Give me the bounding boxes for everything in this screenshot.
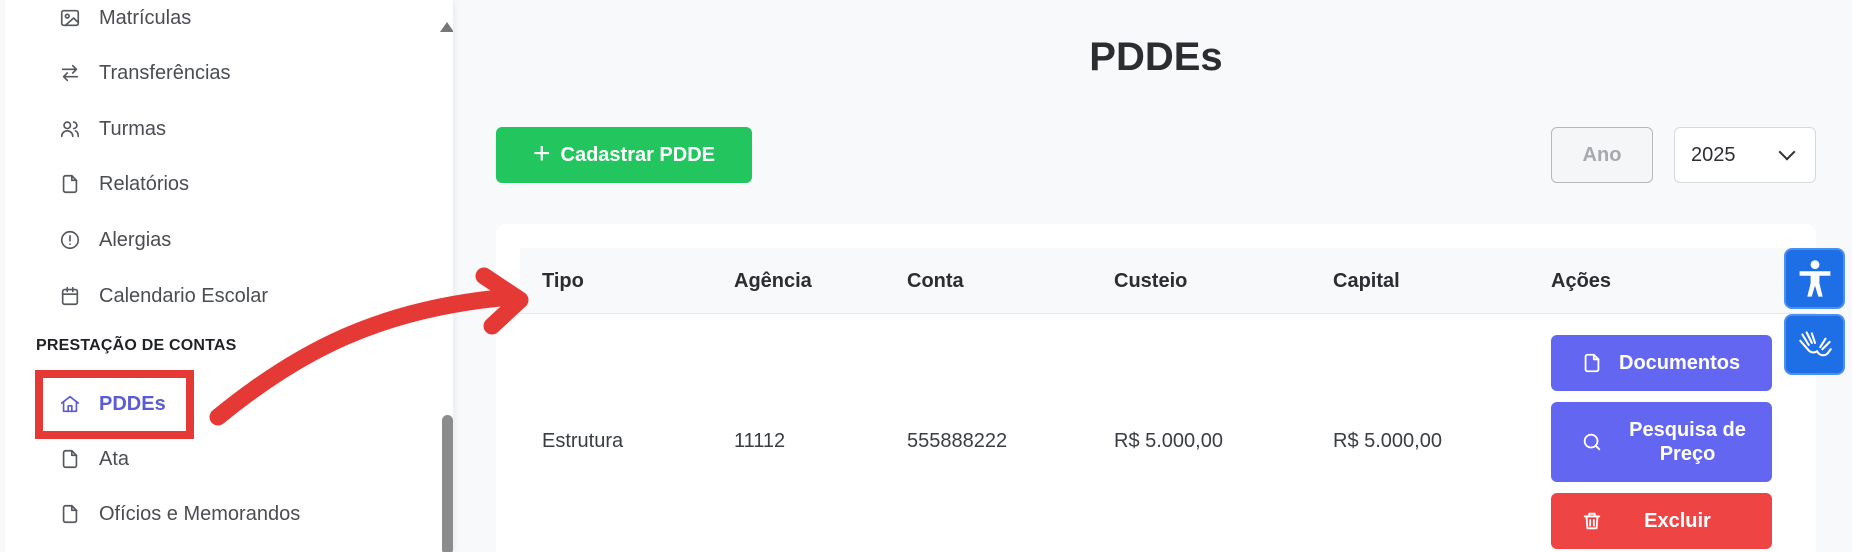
add-pdde-button[interactable]: + Cadastrar PDDE bbox=[496, 127, 752, 183]
column-header-conta: Conta bbox=[907, 270, 964, 292]
sidebar-item-oficios[interactable]: Ofícios e Memorandos bbox=[57, 494, 300, 534]
chevron-down-icon bbox=[1778, 143, 1796, 161]
price-search-button[interactable]: Pesquisa de Preço bbox=[1551, 402, 1772, 482]
accessibility-person-icon bbox=[1799, 259, 1830, 297]
scrollbar-up-arrow[interactable] bbox=[440, 22, 453, 32]
sidebar-item-label: Calendario Escolar bbox=[99, 284, 268, 307]
cell-agencia: 11112 bbox=[734, 430, 786, 452]
column-header-capital: Capital bbox=[1333, 270, 1400, 292]
alert-circle-icon bbox=[57, 227, 83, 253]
documents-button[interactable]: Documentos bbox=[1551, 335, 1772, 391]
plus-icon: + bbox=[532, 136, 551, 170]
sidebar-item-label: Relatórios bbox=[99, 172, 190, 195]
accessibility-button[interactable] bbox=[1784, 248, 1845, 309]
sidebar-item-label: Turmas bbox=[99, 117, 167, 140]
cell-conta: 555888222 bbox=[907, 430, 1008, 452]
file-icon bbox=[57, 446, 83, 472]
sidebar: Matrículas Transferências Turmas Relatór… bbox=[5, 0, 453, 552]
delete-button[interactable]: Excluir bbox=[1551, 493, 1772, 549]
sidebar-item-label: Alergias bbox=[99, 228, 172, 251]
delete-label: Excluir bbox=[1644, 509, 1711, 532]
column-header-tipo: Tipo bbox=[542, 270, 584, 292]
cell-custeio: R$ 5.000,00 bbox=[1114, 430, 1223, 452]
sign-language-hands-icon bbox=[1798, 330, 1832, 356]
sidebar-item-turmas[interactable]: Turmas bbox=[57, 109, 166, 149]
sidebar-item-matriculas[interactable]: Matrículas bbox=[57, 0, 191, 38]
scrollbar-thumb[interactable] bbox=[442, 415, 453, 552]
sidebar-item-label: Ofícios e Memorandos bbox=[99, 502, 301, 525]
cell-tipo: Estrutura bbox=[542, 430, 624, 452]
year-filter-button[interactable]: Ano bbox=[1551, 127, 1653, 183]
documents-label: Documentos bbox=[1619, 351, 1741, 374]
file-icon bbox=[57, 501, 83, 527]
file-icon bbox=[57, 171, 83, 197]
page-title: PDDEs bbox=[1089, 35, 1223, 79]
year-select-value: 2025 bbox=[1691, 143, 1736, 166]
sidebar-item-calendario[interactable]: Calendario Escolar bbox=[57, 276, 268, 316]
sidebar-item-transferencias[interactable]: Transferências bbox=[57, 53, 231, 93]
calendar-icon bbox=[57, 283, 83, 309]
price-search-label-line2: Preço bbox=[1659, 443, 1716, 465]
file-icon bbox=[1584, 353, 1600, 373]
sidebar-item-ata[interactable]: Ata bbox=[57, 439, 129, 479]
users-icon bbox=[57, 116, 83, 142]
year-select[interactable]: 2025 bbox=[1674, 127, 1816, 183]
section-title: PRESTAÇÃO DE CONTAS bbox=[36, 337, 237, 354]
cell-capital: R$ 5.000,00 bbox=[1333, 430, 1442, 452]
search-icon bbox=[1583, 433, 1601, 451]
column-header-acoes: Ações bbox=[1551, 270, 1612, 292]
price-search-label: Pesquisa de Preço bbox=[1603, 418, 1772, 466]
sign-language-button[interactable] bbox=[1784, 314, 1845, 375]
sidebar-item-relatorios[interactable]: Relatórios bbox=[57, 164, 189, 204]
trash-icon bbox=[1583, 512, 1601, 530]
sidebar-item-label: Matrículas bbox=[99, 6, 192, 29]
sidebar-item-label: Ata bbox=[99, 447, 130, 470]
price-search-label-line1: Pesquisa de bbox=[1629, 419, 1746, 441]
column-header-custeio: Custeio bbox=[1114, 270, 1188, 292]
column-header-agencia: Agência bbox=[734, 270, 812, 292]
add-pdde-label: Cadastrar PDDE bbox=[560, 143, 716, 166]
annotation-highlight-box bbox=[35, 370, 194, 439]
transfer-arrows-icon bbox=[57, 60, 83, 86]
sidebar-item-label: Transferências bbox=[99, 61, 231, 84]
sidebar-item-alergias[interactable]: Alergias bbox=[57, 220, 171, 260]
image-icon bbox=[57, 5, 83, 31]
